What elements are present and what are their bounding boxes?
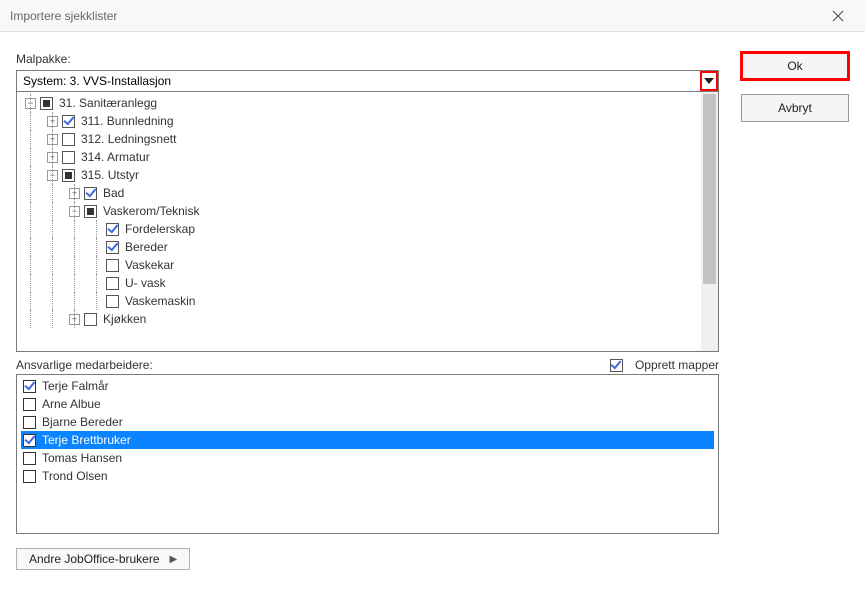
dropdown-icon[interactable]	[700, 71, 718, 91]
list-item[interactable]: Tomas Hansen	[21, 449, 714, 467]
checkbox-icon[interactable]	[106, 295, 119, 308]
checkbox-icon[interactable]	[23, 416, 36, 429]
opprett-mapper-label: Opprett mapper	[635, 358, 719, 372]
checkbox-icon[interactable]	[84, 187, 97, 200]
list-item[interactable]: Arne Albue	[21, 395, 714, 413]
checkbox-icon[interactable]	[106, 223, 119, 236]
tree-node-label: Kjøkken	[103, 312, 146, 326]
arrow-right-icon: ▶	[170, 554, 178, 565]
employee-name: Tomas Hansen	[42, 451, 122, 465]
tree-row[interactable]: −Vaskerom/Teknisk	[17, 202, 701, 220]
checkbox-icon[interactable]	[62, 133, 75, 146]
window-title: Importere sjekklister	[10, 9, 117, 23]
tree-node-label: Vaskemaskin	[125, 294, 195, 308]
tree-scrollbar[interactable]	[701, 92, 718, 351]
tree-row[interactable]: Fordelerskap	[17, 220, 701, 238]
tree-node-label: Fordelerskap	[125, 222, 195, 236]
tree-row[interactable]: −31. Sanitæranlegg	[17, 94, 701, 112]
checkbox-icon[interactable]	[23, 452, 36, 465]
tree-row[interactable]: U- vask	[17, 274, 701, 292]
close-icon[interactable]	[821, 4, 855, 28]
tree-panel: −31. Sanitæranlegg+311. Bunnledning+312.…	[16, 92, 719, 352]
checkbox-icon[interactable]	[23, 434, 36, 447]
ok-label: Ok	[787, 59, 802, 73]
checkbox-icon[interactable]	[40, 97, 53, 110]
tree-row[interactable]: Vaskekar	[17, 256, 701, 274]
malpakke-label: Malpakke:	[16, 52, 719, 66]
employee-name: Bjarne Bereder	[42, 415, 123, 429]
checkbox-icon[interactable]	[610, 359, 623, 372]
list-item[interactable]: Terje Brettbruker	[21, 431, 714, 449]
employee-name: Arne Albue	[42, 397, 101, 411]
tree-row[interactable]: +Kjøkken	[17, 310, 701, 328]
employee-list: Terje Falmår Arne Albue Bjarne Bereder Terj…	[16, 374, 719, 534]
tree-row[interactable]: +Bad	[17, 184, 701, 202]
ok-button[interactable]: Ok	[741, 52, 849, 80]
tree-node-label: U- vask	[125, 276, 166, 290]
checkbox-icon[interactable]	[106, 277, 119, 290]
scroll-thumb[interactable]	[703, 94, 716, 284]
andre-brukere-label: Andre JobOffice-brukere	[29, 552, 160, 566]
tree-row[interactable]: +314. Armatur	[17, 148, 701, 166]
list-item[interactable]: Terje Falmår	[21, 377, 714, 395]
checkbox-icon[interactable]	[106, 259, 119, 272]
ansvarlige-label: Ansvarlige medarbeidere:	[16, 358, 153, 372]
malpakke-input[interactable]	[17, 71, 700, 91]
checkbox-icon[interactable]	[23, 398, 36, 411]
checkbox-icon[interactable]	[62, 151, 75, 164]
avbryt-button[interactable]: Avbryt	[741, 94, 849, 122]
tree-node-label: Bad	[103, 186, 124, 200]
tree-node-label: 31. Sanitæranlegg	[59, 96, 157, 110]
tree-node-label: Bereder	[125, 240, 168, 254]
tree-node-label: Vaskerom/Teknisk	[103, 204, 199, 218]
tree-row[interactable]: +311. Bunnledning	[17, 112, 701, 130]
checkbox-icon[interactable]	[23, 470, 36, 483]
tree-node-label: Vaskekar	[125, 258, 174, 272]
list-item[interactable]: Bjarne Bereder	[21, 413, 714, 431]
tree-node-label: 312. Ledningsnett	[81, 132, 176, 146]
checkbox-icon[interactable]	[62, 169, 75, 182]
andre-brukere-button[interactable]: Andre JobOffice-brukere ▶	[16, 548, 190, 570]
checkbox-icon[interactable]	[84, 313, 97, 326]
checkbox-icon[interactable]	[23, 380, 36, 393]
tree-node-label: 315. Utstyr	[81, 168, 139, 182]
employee-name: Terje Brettbruker	[42, 433, 131, 447]
checkbox-icon[interactable]	[84, 205, 97, 218]
list-item[interactable]: Trond Olsen	[21, 467, 714, 485]
tree-row[interactable]: Vaskemaskin	[17, 292, 701, 310]
tree-row[interactable]: +312. Ledningsnett	[17, 130, 701, 148]
tree-row[interactable]: Bereder	[17, 238, 701, 256]
tree-node-label: 314. Armatur	[81, 150, 150, 164]
malpakke-select[interactable]	[16, 70, 719, 92]
checkbox-icon[interactable]	[62, 115, 75, 128]
employee-name: Terje Falmår	[42, 379, 109, 393]
checkbox-icon[interactable]	[106, 241, 119, 254]
employee-name: Trond Olsen	[42, 469, 108, 483]
tree-node-label: 311. Bunnledning	[81, 114, 174, 128]
tree-row[interactable]: −315. Utstyr	[17, 166, 701, 184]
opprett-mapper-checkbox[interactable]: Opprett mapper	[610, 358, 719, 372]
avbryt-label: Avbryt	[778, 101, 812, 115]
